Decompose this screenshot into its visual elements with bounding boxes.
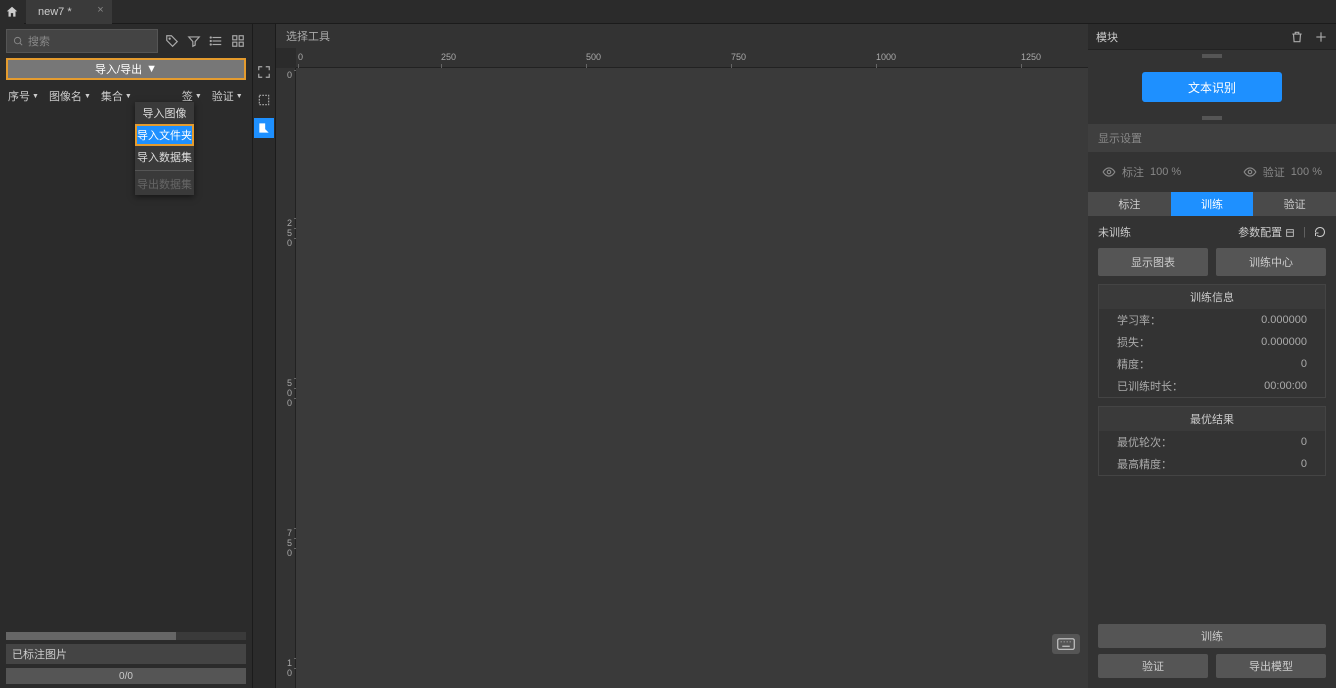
canvas-area: 选择工具 0 250 500 750 1000 1250 0 2 5 0 5 0… bbox=[276, 24, 1088, 688]
horizontal-scrollbar[interactable] bbox=[6, 632, 246, 640]
search-input[interactable]: 搜索 bbox=[6, 29, 158, 53]
module-text-recognition[interactable]: 文本识别 bbox=[1142, 72, 1282, 102]
tool-title: 选择工具 bbox=[276, 24, 1088, 48]
tab-title: new7 * bbox=[38, 6, 72, 18]
trash-icon[interactable] bbox=[1290, 30, 1304, 44]
ruler-vertical: 0 2 5 0 5 0 0 7 5 0 1 0 bbox=[276, 68, 296, 688]
visibility-validate[interactable]: 验证100 % bbox=[1243, 164, 1322, 180]
col-verify[interactable]: 验证▼ bbox=[208, 88, 247, 104]
col-index[interactable]: 序号▼ bbox=[4, 88, 43, 104]
tab-annotate[interactable]: 标注 bbox=[1088, 192, 1171, 216]
train-status: 未训练 bbox=[1098, 224, 1131, 240]
fullscreen-tool[interactable] bbox=[254, 62, 274, 82]
tool-strip bbox=[252, 24, 276, 688]
menu-export-dataset: 导出数据集 bbox=[135, 173, 194, 195]
export-model-button[interactable]: 导出模型 bbox=[1216, 654, 1326, 678]
col-name[interactable]: 图像名▼ bbox=[45, 88, 95, 104]
params-config[interactable]: 参数配置 bbox=[1238, 224, 1295, 240]
left-sidebar: 搜索 导入/导出 ▼ 序号▼ 图像名▼ 集合▼ 签▼ 验证▼ 导入图像 导入文件… bbox=[0, 24, 252, 688]
caret-down-icon: ▼ bbox=[146, 63, 157, 75]
menu-import-dataset[interactable]: 导入数据集 bbox=[135, 146, 194, 168]
keyboard-icon[interactable] bbox=[1052, 634, 1080, 654]
grid-icon[interactable] bbox=[230, 33, 246, 49]
drag-handle-icon[interactable] bbox=[1202, 54, 1222, 58]
train-button[interactable]: 训练 bbox=[1098, 624, 1326, 648]
import-export-button[interactable]: 导入/导出 ▼ bbox=[6, 58, 246, 80]
train-center-button[interactable]: 训练中心 bbox=[1216, 248, 1326, 276]
right-tabs: 标注 训练 验证 bbox=[1088, 192, 1336, 216]
filter-icon[interactable] bbox=[186, 33, 202, 49]
best-result-card: 最优结果 最优轮次：0 最高精度：0 bbox=[1098, 406, 1326, 476]
drag-handle-icon[interactable] bbox=[1202, 116, 1222, 120]
title-bar: new7 * × bbox=[0, 0, 1336, 24]
tag-icon[interactable] bbox=[164, 33, 180, 49]
canvas-viewport[interactable] bbox=[296, 68, 1088, 688]
show-chart-button[interactable]: 显示图表 bbox=[1098, 248, 1208, 276]
close-icon[interactable]: × bbox=[97, 4, 103, 16]
display-settings-header: 显示设置 bbox=[1088, 124, 1336, 152]
menu-import-image[interactable]: 导入图像 bbox=[135, 102, 194, 124]
right-panel: 模块 文本识别 显示设置 标注100 % 验证100 % 标注 训练 bbox=[1088, 24, 1336, 688]
ruler-horizontal: 0 250 500 750 1000 1250 bbox=[296, 48, 1088, 68]
select-tool[interactable] bbox=[254, 90, 274, 110]
annotated-images-row[interactable]: 已标注图片 bbox=[6, 644, 246, 664]
tab-train[interactable]: 训练 bbox=[1171, 192, 1254, 216]
tab-validate[interactable]: 验证 bbox=[1253, 192, 1336, 216]
home-button[interactable] bbox=[0, 0, 24, 24]
search-placeholder: 搜索 bbox=[28, 33, 50, 49]
import-export-menu: 导入图像 导入文件夹 导入数据集 导出数据集 bbox=[135, 102, 194, 195]
menu-import-folder[interactable]: 导入文件夹 bbox=[135, 124, 194, 146]
rect-tool[interactable] bbox=[254, 118, 274, 138]
validate-button[interactable]: 验证 bbox=[1098, 654, 1208, 678]
visibility-annotate[interactable]: 标注100 % bbox=[1102, 164, 1181, 180]
column-headers: 序号▼ 图像名▼ 集合▼ 签▼ 验证▼ bbox=[0, 84, 252, 108]
refresh-icon[interactable] bbox=[1314, 226, 1326, 238]
panel-title: 模块 bbox=[1096, 29, 1118, 45]
add-icon[interactable] bbox=[1314, 30, 1328, 44]
col-set[interactable]: 集合▼ bbox=[97, 88, 136, 104]
train-info-card: 训练信息 学习率：0.000000 损失：0.000000 精度：0 已训练时长… bbox=[1098, 284, 1326, 398]
document-tab[interactable]: new7 * × bbox=[26, 0, 112, 24]
list-icon[interactable] bbox=[208, 33, 224, 49]
image-count: 0/0 bbox=[6, 668, 246, 684]
